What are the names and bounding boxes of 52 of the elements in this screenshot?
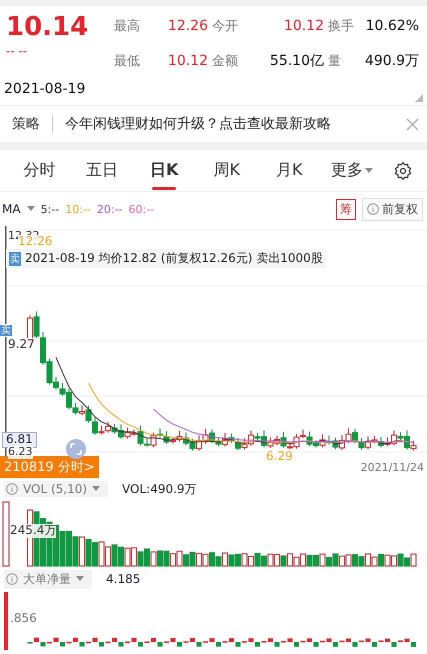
chart-tab[interactable]: 月K — [258, 150, 320, 192]
quote-date: 2021-08-19 — [4, 80, 86, 96]
settings-icon[interactable] — [393, 160, 413, 180]
info-icon — [6, 483, 18, 495]
stat-value: 10.12 — [282, 18, 325, 34]
caret-icon — [26, 206, 35, 212]
indicator-selector[interactable]: 大单净量 — [4, 570, 92, 588]
chart-tab[interactable]: 五日 — [70, 150, 133, 192]
stat-label: 最低 — [114, 52, 141, 70]
chart-tab[interactable]: 周K — [196, 150, 258, 192]
trade-note-text: 2021-08-19 均价12.82 (前复权12.26元) 卖出1000股 — [25, 250, 323, 267]
stat-label: 换手 — [328, 18, 355, 36]
info-icon — [6, 573, 18, 585]
crosshair-price-label: 6.81 — [2, 432, 37, 448]
close-icon[interactable] — [406, 118, 419, 130]
stat-value: 490.9万 — [364, 52, 420, 70]
sell-badge: 卖 — [0, 324, 12, 337]
chart-tab[interactable]: 日K — [133, 150, 196, 192]
caret-icon — [76, 576, 84, 582]
info-icon — [367, 203, 379, 215]
chart-tab[interactable]: 更多 — [320, 150, 383, 192]
chip-button[interactable]: 筹 — [336, 198, 356, 220]
price-change: -- -- — [6, 44, 28, 58]
stat-label: 最高 — [114, 18, 141, 36]
ma-value: 60:-- — [128, 202, 154, 216]
stat-label: 金额 — [212, 52, 239, 70]
last-price: 10.14 — [6, 11, 90, 44]
volume-reading: VOL:490.9万 — [122, 480, 197, 498]
adjust-button[interactable]: 前复权 — [362, 198, 423, 220]
stat-label: 量 — [328, 52, 342, 70]
ma-value: 20:-- — [96, 202, 123, 216]
ma-value: 5:-- — [40, 202, 60, 216]
stat-value: 55.10亿 — [268, 52, 325, 70]
fullscreen-icon[interactable] — [66, 439, 86, 459]
axis-label: 6.23 — [8, 446, 32, 459]
indicator-selector[interactable]: VOL (5,10) — [4, 481, 108, 497]
sell-badge: 卖 — [9, 252, 21, 266]
stat-value: 12.26 — [166, 18, 209, 34]
banner-text[interactable]: 今年闲钱理财如何升级？点击查收最新攻略 — [65, 115, 406, 133]
ma-value: 10:-- — [65, 202, 91, 216]
end-date: 2021/11/24 — [360, 460, 424, 474]
indicator-name[interactable]: MA — [2, 202, 21, 216]
stat-value: 10.62% — [364, 18, 420, 34]
banner-tag: 策略 — [12, 115, 53, 133]
stat-label: 今开 — [212, 18, 239, 36]
chart-tab[interactable]: 分时 — [8, 150, 70, 192]
stat-value: 10.12 — [166, 52, 209, 69]
expand-icon[interactable] — [415, 94, 423, 102]
net-volume-reading: 4.185 — [106, 572, 140, 586]
caret-icon — [92, 486, 100, 492]
axis-label: 245.4万 — [10, 524, 56, 538]
caret-icon — [364, 168, 373, 174]
